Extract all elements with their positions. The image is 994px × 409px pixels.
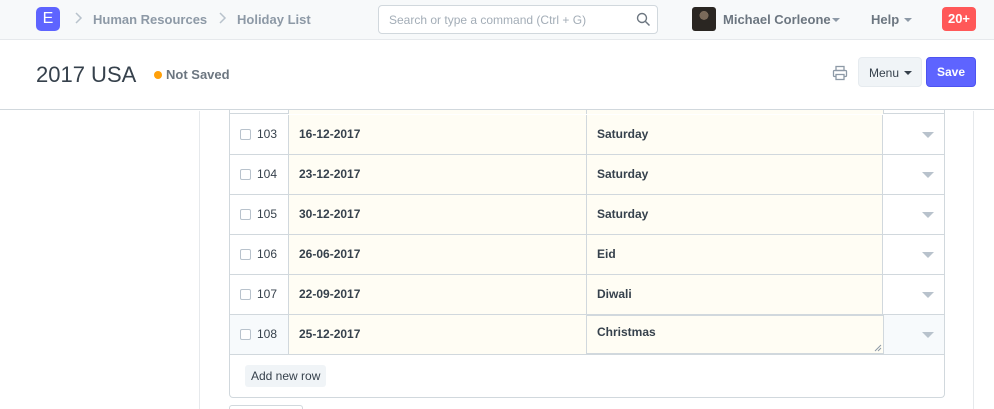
- chevron-down-icon[interactable]: [922, 132, 934, 138]
- row-select-checkbox[interactable]: [240, 249, 251, 260]
- holiday-date: 16-12-2017: [299, 127, 361, 141]
- holiday-date: 25-12-2017: [299, 327, 361, 341]
- app-logo[interactable]: E: [36, 7, 60, 31]
- top-navbar: E Human Resources Holiday List Michael C…: [0, 0, 994, 40]
- holidays-table: 103 16-12-2017 Saturday 104 23-12-2017 S…: [229, 110, 945, 398]
- holiday-date-cell[interactable]: 23-12-2017: [288, 155, 586, 194]
- print-icon[interactable]: [832, 65, 848, 81]
- holiday-description-cell[interactable]: Saturday: [586, 155, 883, 194]
- chevron-down-icon: [904, 18, 912, 22]
- row-select-checkbox[interactable]: [240, 169, 251, 180]
- table-row-editing[interactable]: 108 25-12-2017 Christmas: [230, 315, 944, 355]
- holiday-date-cell[interactable]: 16-12-2017: [288, 115, 586, 154]
- status-indicator-dot: [154, 71, 162, 79]
- sidebar: [0, 111, 200, 409]
- table-row[interactable]: 104 23-12-2017 Saturday: [230, 155, 944, 195]
- holiday-date: 30-12-2017: [299, 207, 361, 221]
- holiday-date-cell[interactable]: 25-12-2017: [288, 315, 586, 354]
- holiday-description-cell[interactable]: Saturday: [586, 115, 883, 154]
- add-new-row-button[interactable]: Add new row: [245, 365, 327, 387]
- breadcrumb-human-resources[interactable]: Human Resources: [93, 12, 207, 27]
- holiday-description: Diwali: [597, 287, 632, 301]
- row-index: 108: [257, 327, 278, 341]
- breadcrumb-holiday-list[interactable]: Holiday List: [237, 12, 311, 27]
- table-row[interactable]: 103 16-12-2017 Saturday: [230, 115, 944, 155]
- chevron-right-icon: [219, 12, 227, 24]
- holiday-date: 22-09-2017: [299, 287, 361, 301]
- row-select-checkbox[interactable]: [240, 209, 251, 220]
- row-select-checkbox[interactable]: [240, 289, 251, 300]
- holiday-description-cell[interactable]: Eid: [586, 235, 883, 274]
- notification-badge[interactable]: 20+: [942, 7, 976, 31]
- chevron-down-icon[interactable]: [922, 172, 934, 178]
- user-menu-toggle[interactable]: Michael Corleone: [723, 12, 831, 27]
- holiday-description: Saturday: [597, 207, 649, 221]
- chevron-down-icon[interactable]: [922, 332, 934, 338]
- save-button[interactable]: Save: [926, 57, 976, 87]
- holiday-date: 23-12-2017: [299, 167, 361, 181]
- holiday-date-cell[interactable]: 26-06-2017: [288, 235, 586, 274]
- status-badge: Not Saved: [166, 67, 230, 82]
- holiday-description: Christmas: [597, 325, 656, 339]
- search-icon[interactable]: [636, 12, 651, 27]
- chevron-right-icon: [75, 12, 83, 24]
- chevron-down-icon: [832, 18, 840, 22]
- table-row-partial: [230, 110, 944, 114]
- row-index: 103: [257, 127, 278, 141]
- holiday-description-textarea[interactable]: Christmas: [586, 315, 884, 354]
- holiday-description: Saturday: [597, 127, 649, 141]
- holiday-description: Saturday: [597, 167, 649, 181]
- row-index: 105: [257, 207, 278, 221]
- holiday-description-cell[interactable]: Diwali: [586, 275, 883, 314]
- holiday-date-cell[interactable]: 22-09-2017: [288, 275, 586, 314]
- holiday-date: 26-06-2017: [299, 247, 361, 261]
- table-row[interactable]: 107 22-09-2017 Diwali: [230, 275, 944, 315]
- holiday-date-cell[interactable]: 30-12-2017: [288, 195, 586, 234]
- table-row[interactable]: 105 30-12-2017 Saturday: [230, 195, 944, 235]
- menu-button-label: Menu: [869, 66, 900, 80]
- chevron-down-icon[interactable]: [922, 292, 934, 298]
- table-row[interactable]: 106 26-06-2017 Eid: [230, 235, 944, 275]
- row-index: 107: [257, 287, 278, 301]
- search-bar: [378, 5, 658, 34]
- row-index: 106: [257, 247, 278, 261]
- page-title: 2017 USA: [36, 62, 137, 87]
- chevron-down-icon[interactable]: [922, 212, 934, 218]
- user-avatar[interactable]: [692, 7, 716, 31]
- holiday-description: Eid: [597, 247, 616, 261]
- menu-button[interactable]: Menu: [858, 57, 922, 87]
- resize-handle-icon[interactable]: [874, 344, 882, 352]
- search-input[interactable]: [379, 6, 629, 33]
- page-header: 2017 USA Not Saved Menu Save: [0, 41, 994, 110]
- help-menu-toggle[interactable]: Help: [871, 12, 899, 27]
- row-select-checkbox[interactable]: [240, 329, 251, 340]
- layout-divider: [973, 111, 974, 409]
- holiday-description-cell[interactable]: Saturday: [586, 195, 883, 234]
- row-select-checkbox[interactable]: [240, 129, 251, 140]
- chevron-down-icon: [904, 71, 912, 75]
- row-index: 104: [257, 167, 278, 181]
- button-partial: [229, 405, 303, 409]
- chevron-down-icon[interactable]: [922, 252, 934, 258]
